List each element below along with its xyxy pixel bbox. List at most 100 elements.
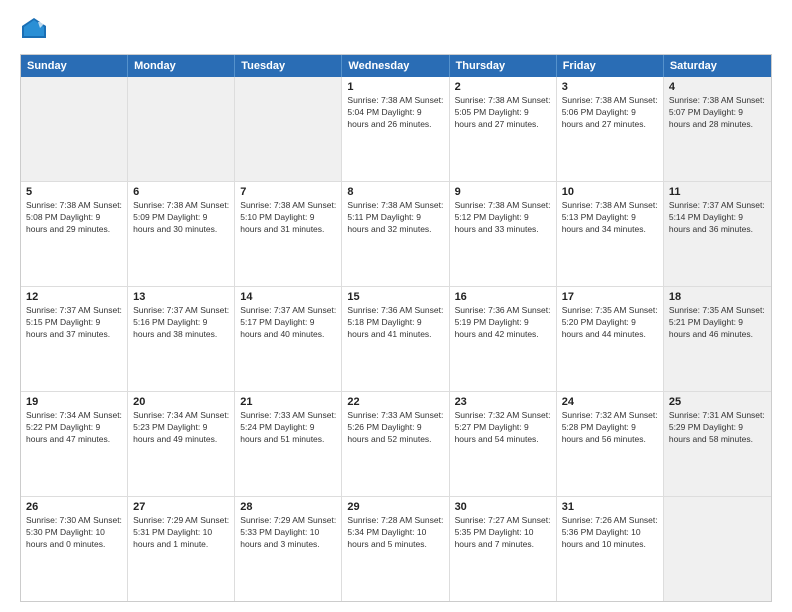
day-number: 30 bbox=[455, 501, 551, 513]
day-cell-20: 20 Sunrise: 7:34 AM Sunset: 5:23 PM Dayli… bbox=[128, 392, 235, 496]
day-number: 29 bbox=[347, 501, 443, 513]
header bbox=[20, 16, 772, 44]
day-cell-5: 5 Sunrise: 7:38 AM Sunset: 5:08 PM Daylig… bbox=[21, 182, 128, 286]
day-info: Sunrise: 7:32 AM Sunset: 5:27 PM Dayligh… bbox=[455, 410, 551, 446]
day-cell-6: 6Sunrise: 7:38 AM Sunset: 5:09 PM Daylig… bbox=[128, 182, 235, 286]
day-info: Sunrise: 7:35 AM Sunset: 5:21 PM Dayligh… bbox=[669, 305, 766, 341]
day-number: 14 bbox=[240, 291, 336, 303]
day-number: 10 bbox=[562, 186, 658, 198]
day-info: Sunrise: 7:26 AM Sunset: 5:36 PM Dayligh… bbox=[562, 515, 658, 551]
day-cell-2: 2Sunrise: 7:38 AM Sunset: 5:05 PM Daylig… bbox=[450, 77, 557, 181]
day-cell-19: 19 Sunrise: 7:34 AM Sunset: 5:22 PM Dayli… bbox=[21, 392, 128, 496]
day-number: 31 bbox=[562, 501, 658, 513]
day-info: Sunrise: 7:33 AM Sunset: 5:26 PM Dayligh… bbox=[347, 410, 443, 446]
day-number: 8 bbox=[347, 186, 443, 198]
day-info: Sunrise: 7:38 AM Sunset: 5:08 PM Dayligh… bbox=[26, 200, 122, 236]
day-cell-23: 23 Sunrise: 7:32 AM Sunset: 5:27 PM Dayli… bbox=[450, 392, 557, 496]
day-info: Sunrise: 7:37 AM Sunset: 5:14 PM Dayligh… bbox=[669, 200, 766, 236]
day-info: Sunrise: 7:38 AM Sunset: 5:06 PM Dayligh… bbox=[562, 95, 658, 131]
day-info: Sunrise: 7:36 AM Sunset: 5:19 PM Dayligh… bbox=[455, 305, 551, 341]
day-cell-12: 12 Sunrise: 7:37 AM Sunset: 5:15 PM Dayli… bbox=[21, 287, 128, 391]
day-number: 18 bbox=[669, 291, 766, 303]
day-info: Sunrise: 7:37 AM Sunset: 5:16 PM Dayligh… bbox=[133, 305, 229, 341]
day-info: Sunrise: 7:28 AM Sunset: 5:34 PM Dayligh… bbox=[347, 515, 443, 551]
header-day-sunday: Sunday bbox=[21, 55, 128, 77]
day-number: 21 bbox=[240, 396, 336, 408]
day-number: 12 bbox=[26, 291, 122, 303]
day-number: 2 bbox=[455, 81, 551, 93]
week-row-3: 19 Sunrise: 7:34 AM Sunset: 5:22 PM Dayli… bbox=[21, 391, 771, 496]
page: SundayMondayTuesdayWednesdayThursdayFrid… bbox=[0, 0, 792, 612]
day-info: Sunrise: 7:38 AM Sunset: 5:12 PM Dayligh… bbox=[455, 200, 551, 236]
header-day-thursday: Thursday bbox=[450, 55, 557, 77]
day-info: Sunrise: 7:38 AM Sunset: 5:07 PM Dayligh… bbox=[669, 95, 766, 131]
day-number: 16 bbox=[455, 291, 551, 303]
day-number: 4 bbox=[669, 81, 766, 93]
day-cell-16: 16 Sunrise: 7:36 AM Sunset: 5:19 PM Dayli… bbox=[450, 287, 557, 391]
day-info: Sunrise: 7:27 AM Sunset: 5:35 PM Dayligh… bbox=[455, 515, 551, 551]
day-info: Sunrise: 7:38 AM Sunset: 5:13 PM Dayligh… bbox=[562, 200, 658, 236]
day-info: Sunrise: 7:30 AM Sunset: 5:30 PM Dayligh… bbox=[26, 515, 122, 551]
day-info: Sunrise: 7:38 AM Sunset: 5:11 PM Dayligh… bbox=[347, 200, 443, 236]
day-cell-27: 27 Sunrise: 7:29 AM Sunset: 5:31 PM Dayli… bbox=[128, 497, 235, 601]
day-info: Sunrise: 7:37 AM Sunset: 5:15 PM Dayligh… bbox=[26, 305, 122, 341]
day-number: 24 bbox=[562, 396, 658, 408]
day-number: 9 bbox=[455, 186, 551, 198]
day-number: 17 bbox=[562, 291, 658, 303]
day-number: 20 bbox=[133, 396, 229, 408]
day-cell-14: 14 Sunrise: 7:37 AM Sunset: 5:17 PM Dayli… bbox=[235, 287, 342, 391]
day-number: 5 bbox=[26, 186, 122, 198]
day-cell-17: 17 Sunrise: 7:35 AM Sunset: 5:20 PM Dayli… bbox=[557, 287, 664, 391]
day-info: Sunrise: 7:37 AM Sunset: 5:17 PM Dayligh… bbox=[240, 305, 336, 341]
day-info: Sunrise: 7:35 AM Sunset: 5:20 PM Dayligh… bbox=[562, 305, 658, 341]
header-day-friday: Friday bbox=[557, 55, 664, 77]
day-info: Sunrise: 7:38 AM Sunset: 5:04 PM Dayligh… bbox=[347, 95, 443, 131]
empty-cell bbox=[21, 77, 128, 181]
day-number: 27 bbox=[133, 501, 229, 513]
day-number: 22 bbox=[347, 396, 443, 408]
day-cell-3: 3Sunrise: 7:38 AM Sunset: 5:06 PM Daylig… bbox=[557, 77, 664, 181]
day-number: 7 bbox=[240, 186, 336, 198]
day-cell-21: 21 Sunrise: 7:33 AM Sunset: 5:24 PM Dayli… bbox=[235, 392, 342, 496]
day-cell-7: 7 Sunrise: 7:38 AM Sunset: 5:10 PM Daylig… bbox=[235, 182, 342, 286]
day-info: Sunrise: 7:34 AM Sunset: 5:22 PM Dayligh… bbox=[26, 410, 122, 446]
day-cell-26: 26 Sunrise: 7:30 AM Sunset: 5:30 PM Dayli… bbox=[21, 497, 128, 601]
day-cell-31: 31 Sunrise: 7:26 AM Sunset: 5:36 PM Dayli… bbox=[557, 497, 664, 601]
day-cell-24: 24Sunrise: 7:32 AM Sunset: 5:28 PM Dayli… bbox=[557, 392, 664, 496]
day-number: 19 bbox=[26, 396, 122, 408]
day-number: 23 bbox=[455, 396, 551, 408]
day-info: Sunrise: 7:33 AM Sunset: 5:24 PM Dayligh… bbox=[240, 410, 336, 446]
day-cell-18: 18 Sunrise: 7:35 AM Sunset: 5:21 PM Dayli… bbox=[664, 287, 771, 391]
day-info: Sunrise: 7:34 AM Sunset: 5:23 PM Dayligh… bbox=[133, 410, 229, 446]
week-row-0: 1 Sunrise: 7:38 AM Sunset: 5:04 PM Daylig… bbox=[21, 77, 771, 181]
day-number: 11 bbox=[669, 186, 766, 198]
day-cell-15: 15Sunrise: 7:36 AM Sunset: 5:18 PM Dayli… bbox=[342, 287, 449, 391]
day-number: 25 bbox=[669, 396, 766, 408]
logo-icon bbox=[20, 16, 48, 44]
day-cell-25: 25 Sunrise: 7:31 AM Sunset: 5:29 PM Dayli… bbox=[664, 392, 771, 496]
day-cell-10: 10 Sunrise: 7:38 AM Sunset: 5:13 PM Dayli… bbox=[557, 182, 664, 286]
empty-cell bbox=[235, 77, 342, 181]
header-day-monday: Monday bbox=[128, 55, 235, 77]
day-cell-1: 1 Sunrise: 7:38 AM Sunset: 5:04 PM Daylig… bbox=[342, 77, 449, 181]
day-number: 1 bbox=[347, 81, 443, 93]
day-info: Sunrise: 7:38 AM Sunset: 5:10 PM Dayligh… bbox=[240, 200, 336, 236]
header-day-tuesday: Tuesday bbox=[235, 55, 342, 77]
day-cell-9: 9 Sunrise: 7:38 AM Sunset: 5:12 PM Daylig… bbox=[450, 182, 557, 286]
day-cell-22: 22 Sunrise: 7:33 AM Sunset: 5:26 PM Dayli… bbox=[342, 392, 449, 496]
day-number: 26 bbox=[26, 501, 122, 513]
week-row-1: 5 Sunrise: 7:38 AM Sunset: 5:08 PM Daylig… bbox=[21, 181, 771, 286]
day-cell-8: 8 Sunrise: 7:38 AM Sunset: 5:11 PM Daylig… bbox=[342, 182, 449, 286]
calendar: SundayMondayTuesdayWednesdayThursdayFrid… bbox=[20, 54, 772, 602]
empty-cell bbox=[664, 497, 771, 601]
day-cell-28: 28Sunrise: 7:29 AM Sunset: 5:33 PM Dayli… bbox=[235, 497, 342, 601]
day-info: Sunrise: 7:31 AM Sunset: 5:29 PM Dayligh… bbox=[669, 410, 766, 446]
week-row-4: 26 Sunrise: 7:30 AM Sunset: 5:30 PM Dayli… bbox=[21, 496, 771, 601]
calendar-header-row: SundayMondayTuesdayWednesdayThursdayFrid… bbox=[21, 55, 771, 77]
day-cell-11: 11 Sunrise: 7:37 AM Sunset: 5:14 PM Dayli… bbox=[664, 182, 771, 286]
day-number: 13 bbox=[133, 291, 229, 303]
day-number: 28 bbox=[240, 501, 336, 513]
header-day-saturday: Saturday bbox=[664, 55, 771, 77]
day-info: Sunrise: 7:29 AM Sunset: 5:31 PM Dayligh… bbox=[133, 515, 229, 551]
day-cell-4: 4 Sunrise: 7:38 AM Sunset: 5:07 PM Daylig… bbox=[664, 77, 771, 181]
